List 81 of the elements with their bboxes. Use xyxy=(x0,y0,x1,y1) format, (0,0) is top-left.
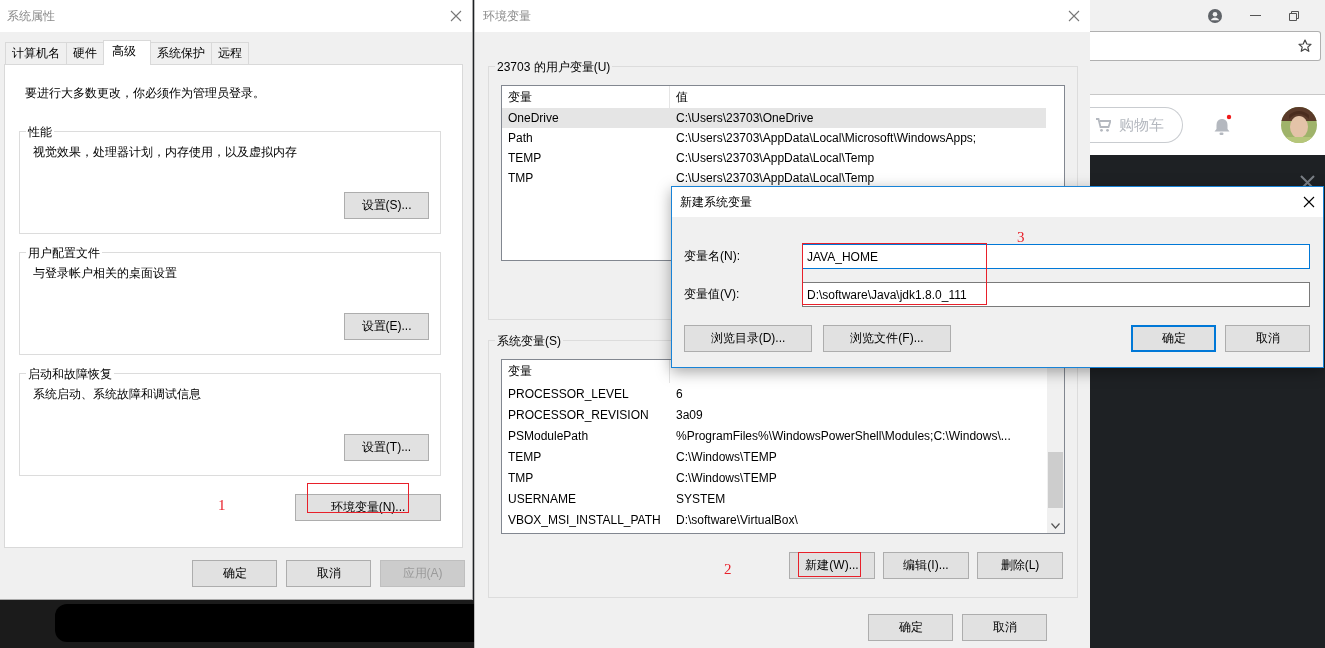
dialog-button[interactable]: 确定 xyxy=(192,560,277,587)
variable-value: 3a09 xyxy=(675,407,703,422)
variable-name: TMP xyxy=(507,171,535,185)
list-action-button[interactable]: 编辑(I)... xyxy=(883,552,969,579)
highlight-frame xyxy=(798,552,861,577)
scroll-thumb[interactable] xyxy=(1048,452,1063,508)
variable-name: PSModulePath xyxy=(507,428,590,443)
environment-variables-button[interactable]: 环境变量(N)... xyxy=(295,494,441,521)
group-title: 用户配置文件 xyxy=(26,245,102,262)
group-description: 与登录帐户相关的桌面设置 xyxy=(33,265,178,282)
settings-button[interactable]: 设置(E)... xyxy=(344,313,429,340)
list-row[interactable]: PROCESSOR_REVISION 3a09 xyxy=(502,404,1046,425)
close-icon[interactable] xyxy=(1303,196,1315,208)
field-label: 变量名(N): xyxy=(684,248,741,265)
variable-value: C:\Windows\TEMP xyxy=(675,470,777,485)
list-row[interactable]: TEMP C:\Windows\TEMP xyxy=(502,446,1046,467)
dialog-button[interactable]: 确定 xyxy=(1131,325,1216,352)
cart-icon xyxy=(1096,118,1111,132)
variable-value: 6 xyxy=(675,386,683,401)
variable-value: C:\Users\23703\AppData\Local\Temp xyxy=(675,171,875,185)
variable-value: %ProgramFiles%\WindowsPowerShell\Modules;C:\Windows\... xyxy=(675,428,1011,443)
variable-value: SYSTEM xyxy=(675,491,726,506)
bell-icon[interactable] xyxy=(1213,114,1233,136)
group-title: 23703 的用户变量(U) xyxy=(495,59,613,76)
browse-button[interactable]: 浏览目录(D)... xyxy=(684,325,812,352)
variable-name: TMP xyxy=(507,470,535,485)
dialog-button[interactable]: 取消 xyxy=(286,560,371,587)
variable-value: C:\Users\23703\OneDrive xyxy=(675,111,814,125)
input-field[interactable]: JAVA_HOME xyxy=(802,244,1310,269)
column-header[interactable]: 值 xyxy=(670,88,688,106)
window-title: 环境变量 xyxy=(483,7,531,25)
tab[interactable]: 高级 xyxy=(103,40,151,65)
group-description: 系统启动、系统故障和调试信息 xyxy=(33,386,202,403)
list-row[interactable]: USERNAME SYSTEM xyxy=(502,488,1046,509)
step-number: 1 xyxy=(218,497,226,514)
dialog-button[interactable]: 确定 xyxy=(868,614,953,641)
variable-name: VBOX_MSI_INSTALL_PATH xyxy=(507,512,662,527)
minimize-icon[interactable] xyxy=(1250,14,1261,17)
group-description: 视觉效果，处理器计划，内存使用，以及虚拟内存 xyxy=(33,144,298,161)
admin-note: 要进行大多数更改，你必须作为管理员登录。 xyxy=(25,85,266,102)
list-row[interactable]: TMP C:\Users\23703\AppData\Local\Temp xyxy=(502,168,1046,188)
list-row[interactable]: PROCESSOR_LEVEL 6 xyxy=(502,383,1046,404)
variable-name: TEMP xyxy=(507,151,543,165)
variable-name: TEMP xyxy=(507,449,543,464)
step-number: 3 xyxy=(1017,229,1025,246)
variable-name: Path xyxy=(507,131,534,145)
chevron-down-icon[interactable] xyxy=(1051,523,1060,529)
list-row[interactable]: OneDrive C:\Users\23703\OneDrive xyxy=(502,108,1046,128)
window-title: 系统属性 xyxy=(7,7,55,25)
list-row[interactable]: Path C:\Users\23703\AppData\Local\Microsoft\WindowsApps; xyxy=(502,128,1046,148)
settings-button[interactable]: 设置(T)... xyxy=(344,434,429,461)
list-row[interactable]: PSModulePath %ProgramFiles%\WindowsPowerShell\Modules;C:\Windows\... xyxy=(502,425,1046,446)
step-number: 2 xyxy=(724,561,732,578)
variable-value: D:\software\VirtualBox\ xyxy=(675,512,798,527)
variable-name: PROCESSOR_REVISION xyxy=(507,407,650,422)
variable-name: OneDrive xyxy=(507,111,560,125)
dialog-button[interactable]: 取消 xyxy=(1225,325,1310,352)
variable-value: C:\Users\23703\AppData\Local\Temp xyxy=(675,151,875,165)
variable-value: C:\Windows\TEMP xyxy=(675,449,777,464)
list-action-button[interactable]: 删除(L) xyxy=(977,552,1063,579)
restore-icon[interactable] xyxy=(1289,10,1299,21)
tab[interactable]: 远程 xyxy=(211,42,249,64)
variable-name: USERNAME xyxy=(507,491,577,506)
column-header[interactable]: 变量 xyxy=(502,360,670,383)
list-row[interactable]: TMP C:\Windows\TEMP xyxy=(502,467,1046,488)
account-icon[interactable] xyxy=(1208,8,1222,23)
group-title: 性能 xyxy=(26,124,54,141)
dialog-button[interactable]: 取消 xyxy=(962,614,1047,641)
window-title: 新建系统变量 xyxy=(680,193,752,211)
variable-name: PROCESSOR_LEVEL xyxy=(507,386,630,401)
browse-button[interactable]: 浏览文件(F)... xyxy=(823,325,951,352)
tab[interactable]: 计算机名 xyxy=(5,42,67,64)
list-row[interactable]: VBOX_MSI_INSTALL_PATH D:\software\VirtualBox\ xyxy=(502,509,1046,530)
variable-value: C:\Users\23703\AppData\Local\Microsoft\WindowsApps; xyxy=(675,131,977,145)
settings-button[interactable]: 设置(S)... xyxy=(344,192,429,219)
input-field[interactable]: D:\software\Java\jdk1.8.0_111 xyxy=(802,282,1310,307)
group-title: 启动和故障恢复 xyxy=(26,366,114,383)
list-row[interactable]: TEMP C:\Users\23703\AppData\Local\Temp xyxy=(502,148,1046,168)
field-label: 变量值(V): xyxy=(684,286,741,303)
star-icon[interactable] xyxy=(1298,39,1312,53)
group-title: 系统变量(S) xyxy=(495,333,563,350)
